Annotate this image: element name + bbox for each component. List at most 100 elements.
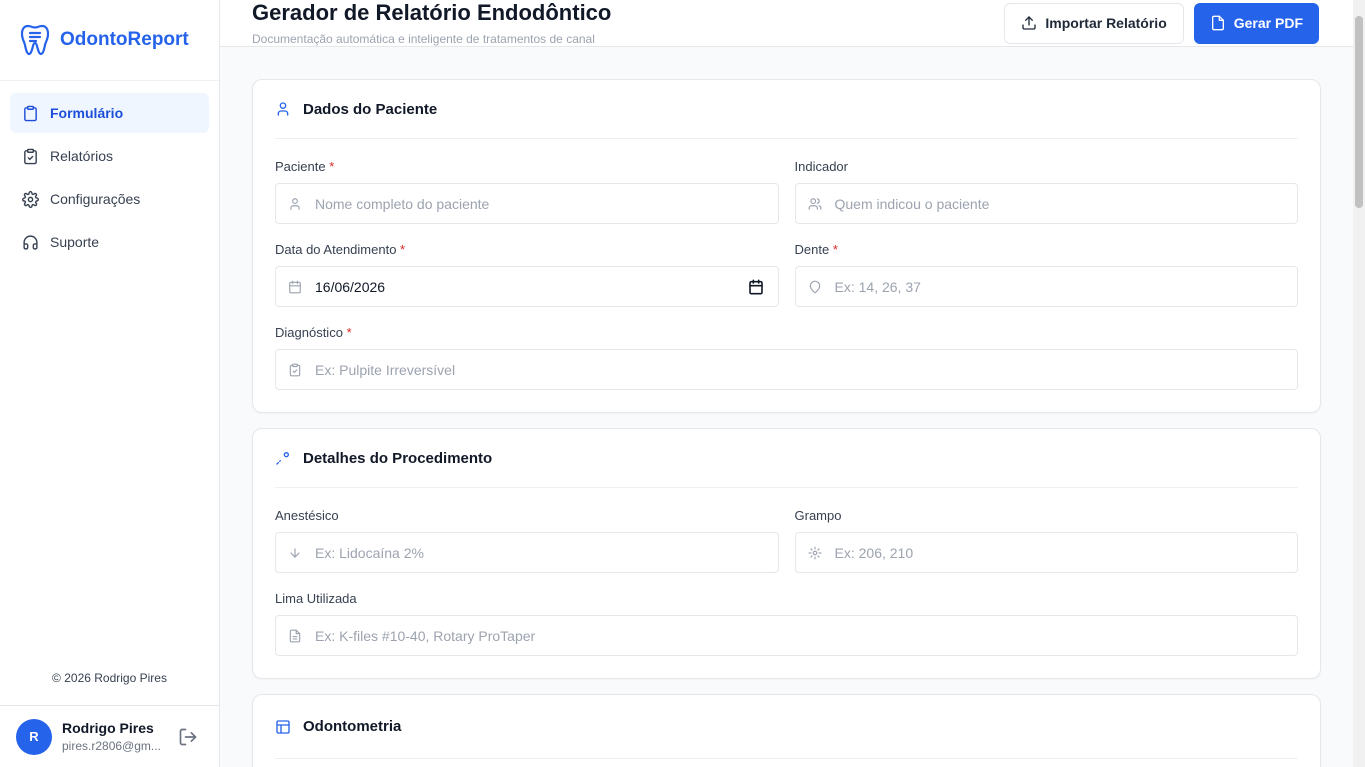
clipboard-check-icon bbox=[24, 148, 37, 164]
copyright: © 2026 Rodrigo Pires bbox=[52, 671, 167, 685]
diagnostico-label: Diagnóstico * bbox=[275, 325, 1298, 340]
paciente-field: Paciente * Nome completo do paciente bbox=[275, 159, 779, 224]
procedure-card-header: Detalhes do Procedimento bbox=[275, 429, 1298, 488]
form-row: Diagnóstico * Ex: Pulpite Irreversível bbox=[275, 325, 1298, 390]
header-actions: Importar Relatório Gerar PDF bbox=[1004, 2, 1319, 44]
dente-field: Dente * Ex: 14, 26, 37 bbox=[794, 242, 1299, 307]
grampo-input[interactable]: Ex: 206, 210 bbox=[794, 532, 1298, 573]
dente-label: Dente * bbox=[795, 242, 1299, 257]
label-text: Diagnóstico bbox=[275, 325, 343, 340]
form-row: Anestésico Ex: Lidocaína 2% Grampo Ex: 2… bbox=[275, 508, 1298, 573]
paciente-label: Paciente * bbox=[275, 159, 779, 174]
headset-icon bbox=[23, 234, 38, 250]
page-title: Gerador de Relatório Endodôntico bbox=[252, 0, 612, 25]
dente-placeholder: Ex: 14, 26, 37 bbox=[834, 278, 921, 295]
diagnostico-field: Diagnóstico * Ex: Pulpite Irreversível bbox=[275, 325, 1298, 390]
scrollbar-thumb[interactable] bbox=[1355, 16, 1363, 208]
sidebar-item-label: Suporte bbox=[50, 234, 100, 250]
required-mark: * bbox=[346, 325, 352, 340]
brand[interactable]: OdontoReport bbox=[0, 0, 219, 81]
form-row: Lima Utilizada Ex: K-files #10-40, Rotar… bbox=[275, 591, 1298, 656]
odontometria-card-title: Odontometria bbox=[303, 718, 402, 735]
label-text: Paciente bbox=[275, 159, 326, 174]
label-text: Data do Atendimento bbox=[275, 242, 397, 257]
gear-icon bbox=[22, 190, 39, 208]
main-area: Gerador de Relatório Endodôntico Documen… bbox=[220, 0, 1365, 767]
tooth-logo-icon bbox=[20, 24, 50, 56]
odontometria-card-header: Odontometria bbox=[275, 695, 1298, 759]
data-input[interactable]: 16/06/2026 bbox=[275, 266, 779, 307]
odontometria-card: Odontometria bbox=[252, 694, 1321, 767]
anestesico-input[interactable]: Ex: Lidocaína 2% bbox=[275, 532, 779, 573]
sidebar-item-label: Formulário bbox=[50, 105, 124, 121]
indicador-input[interactable]: Quem indicou o paciente bbox=[794, 183, 1298, 224]
grampo-label: Grampo bbox=[794, 508, 842, 523]
procedure-card: Detalhes do Procedimento Anestésico Ex: … bbox=[252, 428, 1321, 679]
indicador-label: Indicador bbox=[794, 159, 848, 174]
sidebar-item-relatorios[interactable]: Relatórios bbox=[10, 136, 209, 176]
sidebar-nav: Formulário Relatórios Configurações Supo… bbox=[0, 81, 219, 274]
lima-label: Lima Utilizada bbox=[275, 591, 357, 606]
lima-placeholder: Ex: K-files #10-40, Rotary ProTaper bbox=[315, 627, 536, 644]
user-icon bbox=[277, 102, 289, 116]
anestesico-field: Anestésico Ex: Lidocaína 2% bbox=[275, 508, 779, 573]
user-info: Rodrigo Pires pires.r2806@gm... bbox=[62, 720, 166, 753]
indicador-field: Indicador Quem indicou o paciente bbox=[794, 159, 1298, 224]
required-mark: * bbox=[832, 242, 838, 257]
required-mark: * bbox=[329, 159, 335, 174]
user-email: pires.r2806@gm... bbox=[62, 739, 161, 753]
logout-icon[interactable] bbox=[178, 727, 198, 747]
sidebar-item-suporte[interactable]: Suporte bbox=[10, 222, 209, 262]
form-content: Dados do Paciente Paciente * Nome comple… bbox=[220, 47, 1353, 767]
table-icon bbox=[276, 719, 290, 734]
generate-pdf-button[interactable]: Gerar PDF bbox=[1193, 2, 1319, 44]
app-root: OdontoReport Formulário Relatórios Confi… bbox=[0, 0, 1365, 767]
header-text: Gerador de Relatório Endodôntico Documen… bbox=[252, 0, 611, 46]
syringe-icon bbox=[276, 452, 289, 465]
file-text-icon bbox=[289, 629, 301, 642]
avatar[interactable]: R bbox=[16, 718, 52, 755]
user-panel: R Rodrigo Pires pires.r2806@gm... bbox=[0, 705, 219, 767]
lima-input[interactable]: Ex: K-files #10-40, Rotary ProTaper bbox=[275, 615, 1298, 656]
calendar-icon bbox=[289, 280, 301, 293]
diagnostico-input[interactable]: Ex: Pulpite Irreversível bbox=[275, 349, 1298, 390]
anestesico-label: Anestésico bbox=[275, 508, 339, 523]
clipboard-check-icon bbox=[289, 363, 301, 376]
sidebar-item-label: Relatórios bbox=[50, 148, 114, 164]
sidebar-item-label: Configurações bbox=[50, 191, 141, 207]
brand-name: OdontoReport bbox=[60, 29, 189, 50]
sidebar-item-configuracoes[interactable]: Configurações bbox=[10, 179, 209, 219]
data-field: Data do Atendimento * 16/06/2026 bbox=[275, 242, 779, 307]
paciente-input[interactable]: Nome completo do paciente bbox=[275, 183, 779, 224]
patient-card-header: Dados do Paciente bbox=[275, 80, 1298, 139]
required-mark: * bbox=[400, 242, 406, 257]
file-icon bbox=[1211, 15, 1224, 31]
form-row: Paciente * Nome completo do paciente Ind… bbox=[275, 159, 1298, 224]
lima-field: Lima Utilizada Ex: K-files #10-40, Rotar… bbox=[275, 591, 1298, 656]
grampo-placeholder: Ex: 206, 210 bbox=[834, 544, 914, 561]
paciente-placeholder: Nome completo do paciente bbox=[315, 195, 490, 212]
page-scrollbar[interactable] bbox=[1353, 0, 1365, 767]
data-label: Data do Atendimento * bbox=[275, 242, 779, 257]
clipboard-icon bbox=[24, 105, 37, 121]
import-report-label: Importar Relatório bbox=[1045, 15, 1167, 31]
user-icon bbox=[290, 197, 300, 210]
patient-card-title: Dados do Paciente bbox=[303, 100, 438, 118]
indicador-placeholder: Quem indicou o paciente bbox=[834, 195, 990, 212]
user-name: Rodrigo Pires bbox=[62, 720, 154, 736]
form-row: Data do Atendimento * 16/06/2026 Dente *… bbox=[275, 242, 1298, 307]
patient-card: Dados do Paciente Paciente * Nome comple… bbox=[252, 79, 1321, 413]
dente-input[interactable]: Ex: 14, 26, 37 bbox=[794, 266, 1298, 307]
upload-icon bbox=[1022, 16, 1037, 30]
import-report-button[interactable]: Importar Relatório bbox=[1004, 2, 1184, 44]
map-pin-icon bbox=[809, 280, 820, 293]
arrow-down-icon bbox=[290, 547, 300, 558]
sidebar-item-formulario[interactable]: Formulário bbox=[10, 93, 209, 133]
label-text: Dente bbox=[794, 242, 830, 257]
calendar-picker-icon[interactable] bbox=[748, 279, 764, 295]
sun-icon bbox=[808, 546, 821, 559]
diagnostico-placeholder: Ex: Pulpite Irreversível bbox=[315, 361, 456, 378]
page-header: Gerador de Relatório Endodôntico Documen… bbox=[220, 0, 1365, 47]
anestesico-placeholder: Ex: Lidocaína 2% bbox=[315, 544, 424, 561]
page-subtitle: Documentação automática e inteligente de… bbox=[252, 32, 595, 46]
